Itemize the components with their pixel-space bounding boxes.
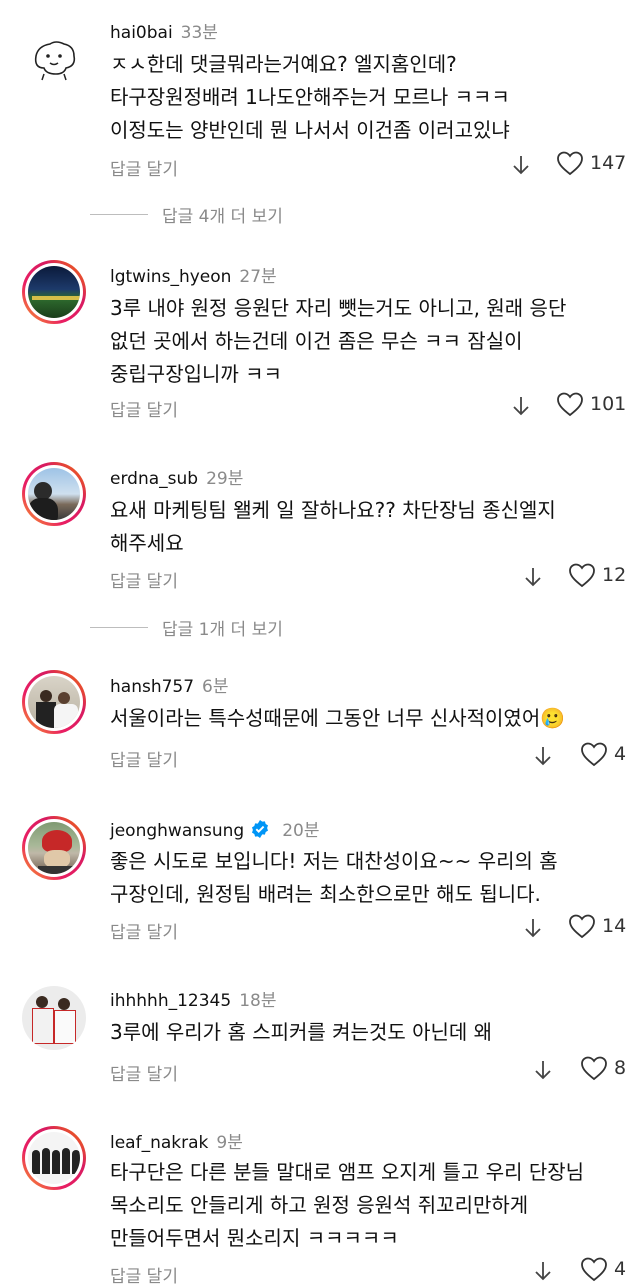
timestamp: 18분 bbox=[239, 991, 277, 1011]
comment-line: 3루 내야 원정 응원단 자리 뺏는거도 아니고, 원래 응단 bbox=[110, 296, 567, 320]
username[interactable]: jeonghwansung bbox=[110, 821, 244, 841]
reply-button[interactable]: 답글 달기 bbox=[110, 918, 178, 943]
heart-icon bbox=[569, 914, 595, 939]
username[interactable]: lgtwins_hyeon bbox=[110, 267, 231, 287]
heart-icon bbox=[581, 742, 607, 767]
arrow-down-icon[interactable] bbox=[532, 745, 554, 767]
like-count: 101 bbox=[590, 393, 627, 415]
view-more-replies-label: 답글 1개 더 보기 bbox=[162, 620, 283, 640]
comment-text: 3루에 우리가 홈 스피커를 켜는것도 아닌데 왜 bbox=[110, 1016, 610, 1049]
avatar[interactable] bbox=[22, 462, 86, 526]
verified-badge-icon bbox=[252, 820, 269, 838]
like-count: 14 bbox=[602, 915, 627, 937]
comment-meta: ihhhhh_12345 18분 bbox=[110, 986, 276, 1011]
like-button[interactable]: 147 bbox=[556, 150, 626, 176]
arrow-down-icon[interactable] bbox=[532, 1260, 554, 1282]
reply-button[interactable]: 답글 달기 bbox=[110, 155, 178, 180]
view-more-replies-label: 답글 4개 더 보기 bbox=[162, 207, 283, 227]
arrow-down-icon[interactable] bbox=[510, 154, 532, 176]
view-more-replies[interactable]: 답글 4개 더 보기 bbox=[90, 202, 283, 227]
doodle-avatar-icon bbox=[34, 41, 76, 81]
arrow-down-icon[interactable] bbox=[510, 395, 532, 417]
like-count: 147 bbox=[590, 152, 627, 174]
username[interactable]: erdna_sub bbox=[110, 469, 198, 489]
avatar[interactable] bbox=[22, 816, 86, 880]
comment-line: 이정도는 양반인데 뭔 나서서 이건좀 이러고있냐 bbox=[110, 118, 510, 142]
reply-button[interactable]: 답글 달기 bbox=[110, 1262, 178, 1287]
avatar[interactable] bbox=[22, 260, 86, 324]
reply-button[interactable]: 답글 달기 bbox=[110, 1060, 178, 1085]
timestamp: 20분 bbox=[282, 821, 320, 841]
comment-line: 중립구장입니까 ㅋㅋ bbox=[110, 362, 282, 386]
comment-text: 좋은 시도로 보입니다! 저는 대찬성이요~~ 우리의 홈 구장인데, 원정팀 … bbox=[110, 845, 610, 911]
comment-text: 3루 내야 원정 응원단 자리 뺏는거도 아니고, 원래 응단 없던 곳에서 하… bbox=[110, 292, 610, 391]
username[interactable]: ihhhhh_12345 bbox=[110, 991, 231, 1011]
comment-line: 서울이라는 특수성때문에 그동안 너무 신사적이였어🥲 bbox=[110, 706, 566, 730]
heart-icon bbox=[557, 151, 583, 176]
like-count: 12 bbox=[602, 564, 627, 586]
like-count: 4 bbox=[614, 1258, 627, 1280]
comment-text: ㅈㅅ한데 댓글뭐라는거예요? 엘지홈인데? 타구장원정배려 1나도안해주는거 모… bbox=[110, 48, 610, 147]
like-count: 4 bbox=[614, 743, 627, 765]
comment-line: 만들어두면서 뭔소리지 ㅋㅋㅋㅋㅋ bbox=[110, 1226, 399, 1250]
comment-meta: jeonghwansung 20분 bbox=[110, 816, 320, 841]
arrow-down-icon[interactable] bbox=[532, 1059, 554, 1081]
reply-button[interactable]: 답글 달기 bbox=[110, 567, 178, 592]
like-button[interactable]: 4 bbox=[580, 1256, 626, 1282]
comment-line: 타구장원정배려 1나도안해주는거 모르나 ㅋㅋㅋ bbox=[110, 85, 510, 109]
avatar[interactable] bbox=[22, 26, 86, 90]
comment-meta: lgtwins_hyeon 27분 bbox=[110, 262, 277, 287]
timestamp: 29분 bbox=[206, 469, 244, 489]
comment-line: 해주세요 bbox=[110, 531, 184, 555]
comment-text: 타구단은 다른 분들 말대로 앰프 오지게 틀고 우리 단장님 목소리도 안들리… bbox=[110, 1156, 610, 1255]
timestamp: 33분 bbox=[180, 23, 218, 43]
avatar[interactable] bbox=[22, 1126, 86, 1190]
comment-line: 요새 마케팅팀 왤케 일 잘하나요?? 차단장님 종신엘지 bbox=[110, 498, 556, 522]
comment-meta: hai0bai 33분 bbox=[110, 18, 218, 43]
comment-line: 타구단은 다른 분들 말대로 앰프 오지게 틀고 우리 단장님 bbox=[110, 1160, 585, 1184]
like-button[interactable]: 14 bbox=[568, 913, 626, 939]
comment-line: 구장인데, 원정팀 배려는 최소한으로만 해도 됩니다. bbox=[110, 882, 541, 906]
comment-line: 없던 곳에서 하는건데 이건 좀은 무슨 ㅋㅋ 잠실이 bbox=[110, 329, 523, 353]
comment-text: 서울이라는 특수성때문에 그동안 너무 신사적이였어🥲 bbox=[110, 702, 610, 735]
timestamp: 9분 bbox=[216, 1133, 243, 1153]
avatar[interactable] bbox=[22, 670, 86, 734]
comment-meta: erdna_sub 29분 bbox=[110, 464, 243, 489]
heart-icon bbox=[569, 563, 595, 588]
divider bbox=[90, 627, 148, 628]
username[interactable]: hansh757 bbox=[110, 677, 194, 697]
like-button[interactable]: 12 bbox=[568, 562, 626, 588]
comment-line: 좋은 시도로 보입니다! 저는 대찬성이요~~ 우리의 홈 bbox=[110, 849, 558, 873]
comment-meta: hansh757 6분 bbox=[110, 672, 229, 697]
heart-icon bbox=[557, 392, 583, 417]
username[interactable]: hai0bai bbox=[110, 23, 173, 43]
comment-line: ㅈㅅ한데 댓글뭐라는거예요? 엘지홈인데? bbox=[110, 52, 457, 76]
avatar[interactable] bbox=[22, 986, 86, 1050]
like-count: 8 bbox=[614, 1057, 627, 1079]
reply-button[interactable]: 답글 달기 bbox=[110, 746, 178, 771]
comment-text: 요새 마케팅팀 왤케 일 잘하나요?? 차단장님 종신엘지 해주세요 bbox=[110, 494, 610, 560]
heart-icon bbox=[581, 1257, 607, 1282]
comment-line: 목소리도 안들리게 하고 원정 응원석 쥐꼬리만하게 bbox=[110, 1193, 529, 1217]
view-more-replies[interactable]: 답글 1개 더 보기 bbox=[90, 615, 283, 640]
like-button[interactable]: 4 bbox=[580, 741, 626, 767]
timestamp: 27분 bbox=[239, 267, 277, 287]
divider bbox=[90, 214, 148, 215]
arrow-down-icon[interactable] bbox=[522, 566, 544, 588]
heart-icon bbox=[581, 1056, 607, 1081]
comment-line: 3루에 우리가 홈 스피커를 켜는것도 아닌데 왜 bbox=[110, 1020, 493, 1044]
reply-button[interactable]: 답글 달기 bbox=[110, 396, 178, 421]
arrow-down-icon[interactable] bbox=[522, 917, 544, 939]
comment-meta: leaf_nakrak 9분 bbox=[110, 1128, 243, 1153]
username[interactable]: leaf_nakrak bbox=[110, 1133, 208, 1153]
timestamp: 6분 bbox=[202, 677, 229, 697]
like-button[interactable]: 8 bbox=[580, 1055, 626, 1081]
like-button[interactable]: 101 bbox=[556, 391, 626, 417]
